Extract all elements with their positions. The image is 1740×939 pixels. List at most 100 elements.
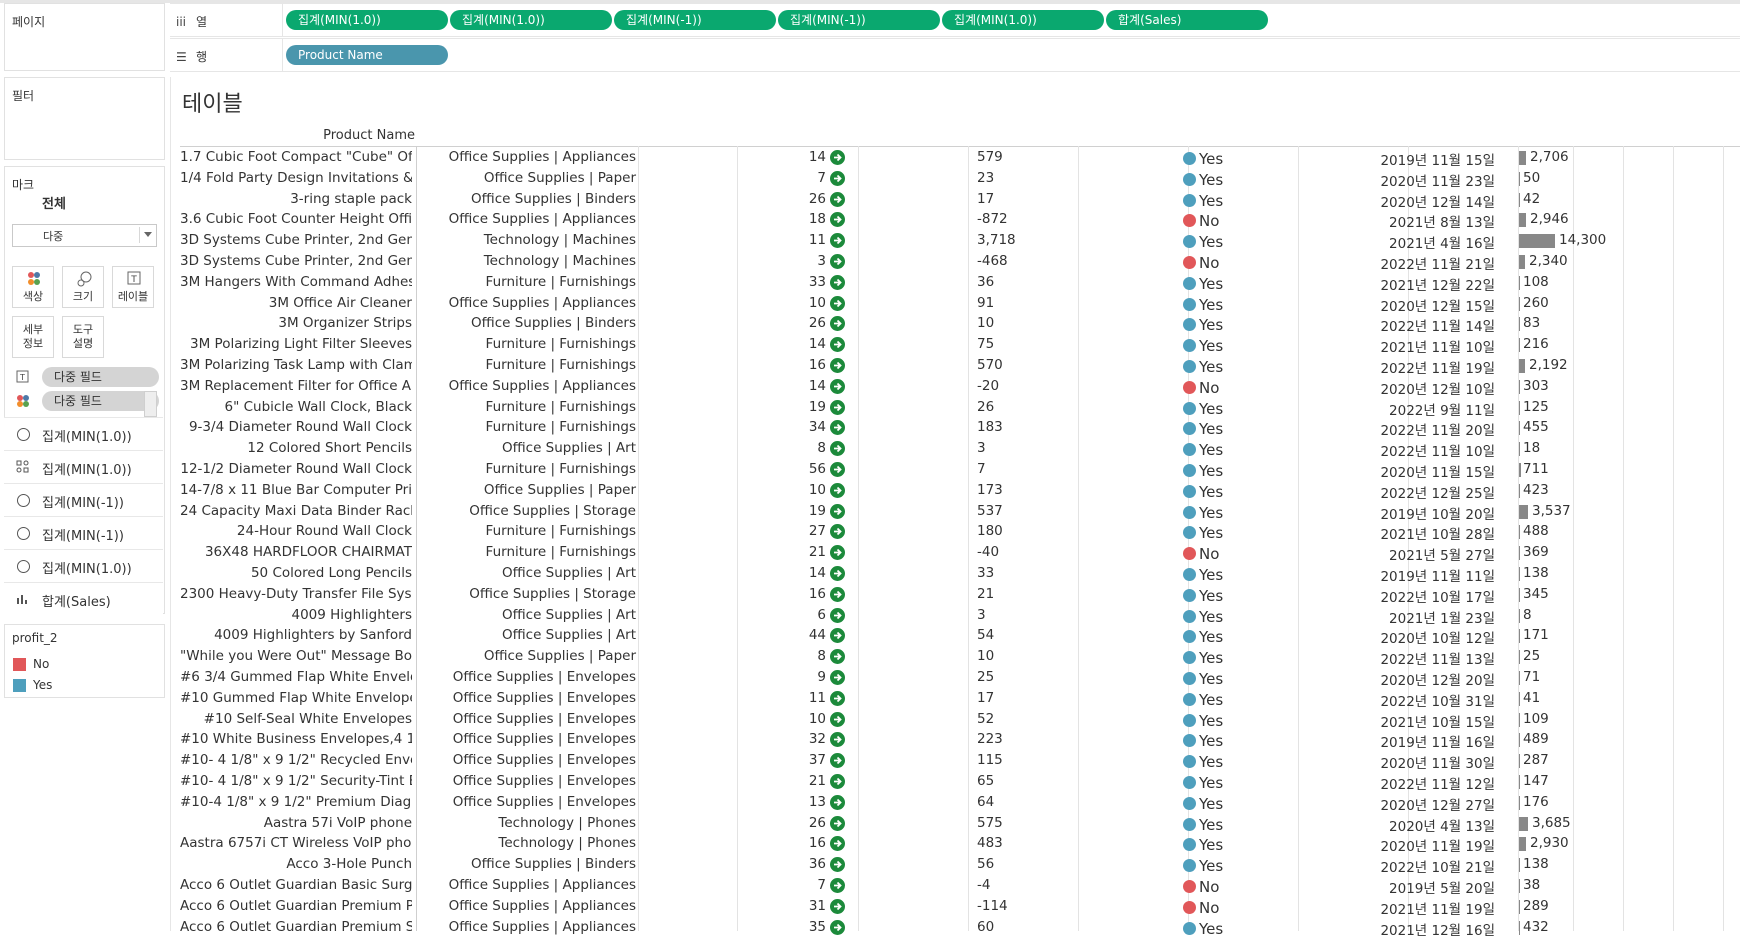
profit-cell: 10 <box>977 315 995 332</box>
product-name-cell[interactable]: #10 Gummed Flap White Envelopes, .. <box>180 690 412 706</box>
table-row[interactable]: "While you Were Out" Message Book,.. Offi… <box>0 646 1740 668</box>
table-row[interactable]: Acco 3-Hole Punch Office Supplies | Binde… <box>0 854 1740 876</box>
table-row[interactable]: 3D Systems Cube Printer, 2nd Genera.. Tec… <box>0 230 1740 252</box>
table-row[interactable]: #10 Gummed Flap White Envelopes, .. Offic… <box>0 688 1740 710</box>
table-row[interactable]: 2300 Heavy-Duty Transfer File Syste.. Off… <box>0 584 1740 606</box>
table-row[interactable]: 6" Cubicle Wall Clock, Black Furniture | … <box>0 397 1740 419</box>
columns-pill-2[interactable]: 집계(MIN(1.0)) <box>450 10 612 30</box>
product-name-cell[interactable]: 3M Polarizing Task Lamp with Clamp .. <box>180 357 412 373</box>
product-name-cell[interactable]: 3D Systems Cube Printer, 2nd Genera.. <box>180 253 412 269</box>
table-row[interactable]: 1.7 Cubic Foot Compact "Cube" Offic.. Off… <box>0 147 1740 169</box>
table-row[interactable]: 4009 Highlighters by Sanford Office Suppl… <box>0 625 1740 647</box>
sales-value-cell: 41 <box>1523 689 1541 706</box>
table-row[interactable]: 36X48 HARDFLOOR CHAIRMAT Furniture | Furn… <box>0 542 1740 564</box>
table-row[interactable]: 3M Polarizing Task Lamp with Clamp .. Fur… <box>0 355 1740 377</box>
table-row[interactable]: 12 Colored Short Pencils Office Supplies … <box>0 438 1740 460</box>
table-row[interactable]: #10-4 1/8" x 9 1/2" Premium Diagon.. Offi… <box>0 792 1740 814</box>
product-name-cell[interactable]: Aastra 6757i CT Wireless VoIP phone <box>180 835 412 851</box>
product-name-cell[interactable]: 3D Systems Cube Printer, 2nd Genera.. <box>180 232 412 248</box>
table-row[interactable]: 3M Replacement Filter for Office Air C..… <box>0 376 1740 398</box>
rows-shelf[interactable]: ☰ 행 Product Name <box>170 38 1740 72</box>
table-row[interactable]: #6 3/4 Gummed Flap White Envelopes Office… <box>0 667 1740 689</box>
product-name-cell[interactable]: 9-3/4 Diameter Round Wall Clock <box>180 419 412 435</box>
rows-pill-product-name[interactable]: Product Name <box>286 45 448 65</box>
product-name-cell[interactable]: #10 White Business Envelopes,4 1/8 .. <box>180 731 412 747</box>
product-name-cell[interactable]: 12-1/2 Diameter Round Wall Clock <box>180 461 412 477</box>
profit-cell: -4 <box>977 877 991 893</box>
table-row[interactable]: 3M Office Air Cleaner Office Supplies | A… <box>0 293 1740 315</box>
product-name-cell[interactable]: #10-4 1/8" x 9 1/2" Premium Diagon.. <box>180 794 412 810</box>
order-date-cell: 2021년 11월 19일 <box>1380 901 1495 918</box>
product-name-cell[interactable]: 3M Organizer Strips <box>180 315 412 331</box>
product-name-cell[interactable]: 50 Colored Long Pencils <box>180 565 412 581</box>
columns-pill-5[interactable]: 집계(MIN(1.0)) <box>942 10 1104 30</box>
product-name-cell[interactable]: 3-ring staple pack <box>180 191 412 207</box>
category-cell: Office Supplies | Binders <box>471 190 636 207</box>
profit-cell: 25 <box>977 669 995 685</box>
table-row[interactable]: Acco 6 Outlet Guardian Premium Surg.. Off… <box>0 917 1740 939</box>
product-name-cell[interactable]: 24-Hour Round Wall Clock <box>180 523 412 539</box>
product-name-cell[interactable]: 3M Polarizing Light Filter Sleeves <box>180 336 412 352</box>
table-row[interactable]: Acco 6 Outlet Guardian Premium Plus.. Off… <box>0 896 1740 918</box>
product-name-cell[interactable]: 24 Capacity Maxi Data Binder Racks, .. <box>180 503 412 519</box>
pages-panel[interactable]: 페이지 <box>4 3 165 71</box>
product-name-cell[interactable]: 6" Cubicle Wall Clock, Black <box>180 399 413 415</box>
table-row[interactable]: 3D Systems Cube Printer, 2nd Genera.. Tec… <box>0 251 1740 273</box>
columns-pill-4[interactable]: 집계(MIN(-1)) <box>778 10 940 30</box>
columns-pill-3[interactable]: 집계(MIN(-1)) <box>614 10 776 30</box>
table-row[interactable]: 9-3/4 Diameter Round Wall Clock Furniture… <box>0 417 1740 439</box>
table-row[interactable]: 3M Organizer Strips Office Supplies | Bin… <box>0 313 1740 335</box>
product-name-cell[interactable]: Acco 6 Outlet Guardian Basic Surge S.. <box>180 877 412 893</box>
product-name-cell[interactable]: 3.6 Cubic Foot Counter Height Office .. <box>180 211 412 227</box>
product-name-cell[interactable]: 1/4 Fold Party Design Invitations & W.. <box>180 170 412 186</box>
table-row[interactable]: #10 Self-Seal White Envelopes Office Supp… <box>0 709 1740 731</box>
columns-pill-6[interactable]: 합계(Sales) <box>1106 10 1268 30</box>
columns-shelf[interactable]: iii 열 집계(MIN(1.0)) 집계(MIN(1.0)) 집계(MIN(-1… <box>170 3 1740 37</box>
table-row[interactable]: 1/4 Fold Party Design Invitations & W.. O… <box>0 168 1740 190</box>
product-name-cell[interactable]: #10- 4 1/8" x 9 1/2" Security-Tint En.. <box>180 773 412 789</box>
table-row[interactable]: 24 Capacity Maxi Data Binder Racks, .. Of… <box>0 501 1740 523</box>
product-name-cell[interactable]: 4009 Highlighters by Sanford <box>180 627 412 643</box>
product-name-cell[interactable]: 3M Replacement Filter for Office Air C.. <box>180 378 412 394</box>
product-name-cell[interactable]: 1.7 Cubic Foot Compact "Cube" Offic.. <box>180 149 412 165</box>
product-name-cell[interactable]: 3M Office Air Cleaner <box>180 295 412 311</box>
product-name-cell[interactable]: #10 Self-Seal White Envelopes <box>180 711 412 727</box>
table-row[interactable]: 3-ring staple pack Office Supplies | Bind… <box>0 189 1740 211</box>
table-row[interactable]: 3M Hangers With Command Adhesive Furnitur… <box>0 272 1740 294</box>
status-cell: Yes <box>1199 711 1224 730</box>
table-row[interactable]: #10- 4 1/8" x 9 1/2" Security-Tint En.. O… <box>0 771 1740 793</box>
table-row[interactable]: 50 Colored Long Pencils Office Supplies |… <box>0 563 1740 585</box>
table-row[interactable]: Aastra 6757i CT Wireless VoIP phone Techn… <box>0 833 1740 855</box>
quantity-cell: 16 <box>808 835 826 852</box>
columns-pill-1[interactable]: 집계(MIN(1.0)) <box>286 10 448 30</box>
product-name-cell[interactable]: #6 3/4 Gummed Flap White Envelopes <box>180 669 412 685</box>
table-row[interactable]: 14-7/8 x 11 Blue Bar Computer Printo.. Of… <box>0 480 1740 502</box>
table-row[interactable]: 3M Polarizing Light Filter Sleeves Furnit… <box>0 334 1740 356</box>
product-name-cell[interactable]: 3M Hangers With Command Adhesive <box>180 274 412 290</box>
product-name-cell[interactable]: 2300 Heavy-Duty Transfer File Syste.. <box>180 586 412 602</box>
arrow-right-icon <box>830 566 845 581</box>
sales-value-cell: 455 <box>1523 419 1549 436</box>
table-row[interactable]: 12-1/2 Diameter Round Wall Clock Furnitur… <box>0 459 1740 481</box>
table-row[interactable]: #10- 4 1/8" x 9 1/2" Recycled Envelo.. Of… <box>0 750 1740 772</box>
product-name-cell[interactable]: 14-7/8 x 11 Blue Bar Computer Printo.. <box>180 482 412 498</box>
product-name-cell[interactable]: 36X48 HARDFLOOR CHAIRMAT <box>180 544 412 560</box>
table-row[interactable]: #10 White Business Envelopes,4 1/8 .. Off… <box>0 729 1740 751</box>
table-row[interactable]: Acco 6 Outlet Guardian Basic Surge S.. Of… <box>0 875 1740 897</box>
product-name-cell[interactable]: "While you Were Out" Message Book,.. <box>180 648 412 664</box>
product-name-cell[interactable]: 12 Colored Short Pencils <box>180 440 412 456</box>
table-row[interactable]: 4009 Highlighters Office Supplies | Art 6 3… <box>0 605 1740 627</box>
product-name-cell[interactable]: Acco 3-Hole Punch <box>180 856 412 872</box>
table-row[interactable]: Aastra 57i VoIP phone Technology | Phones… <box>0 813 1740 835</box>
table-row[interactable]: 24-Hour Round Wall Clock Furniture | Furn… <box>0 521 1740 543</box>
product-name-cell[interactable]: #10- 4 1/8" x 9 1/2" Recycled Envelo.. <box>180 752 412 768</box>
product-name-header[interactable]: Product Name <box>180 128 415 143</box>
product-name-cell[interactable]: Acco 6 Outlet Guardian Premium Plus.. <box>180 898 412 914</box>
sales-value-cell: 488 <box>1523 523 1549 540</box>
product-name-cell[interactable]: Aastra 57i VoIP phone <box>180 815 412 831</box>
product-name-cell[interactable]: 4009 Highlighters <box>180 607 413 623</box>
quantity-cell: 33 <box>808 273 826 290</box>
table-row[interactable]: 3.6 Cubic Foot Counter Height Office .. O… <box>0 209 1740 231</box>
product-name-cell[interactable]: Acco 6 Outlet Guardian Premium Surg.. <box>180 919 412 935</box>
sales-bar <box>1519 920 1520 935</box>
